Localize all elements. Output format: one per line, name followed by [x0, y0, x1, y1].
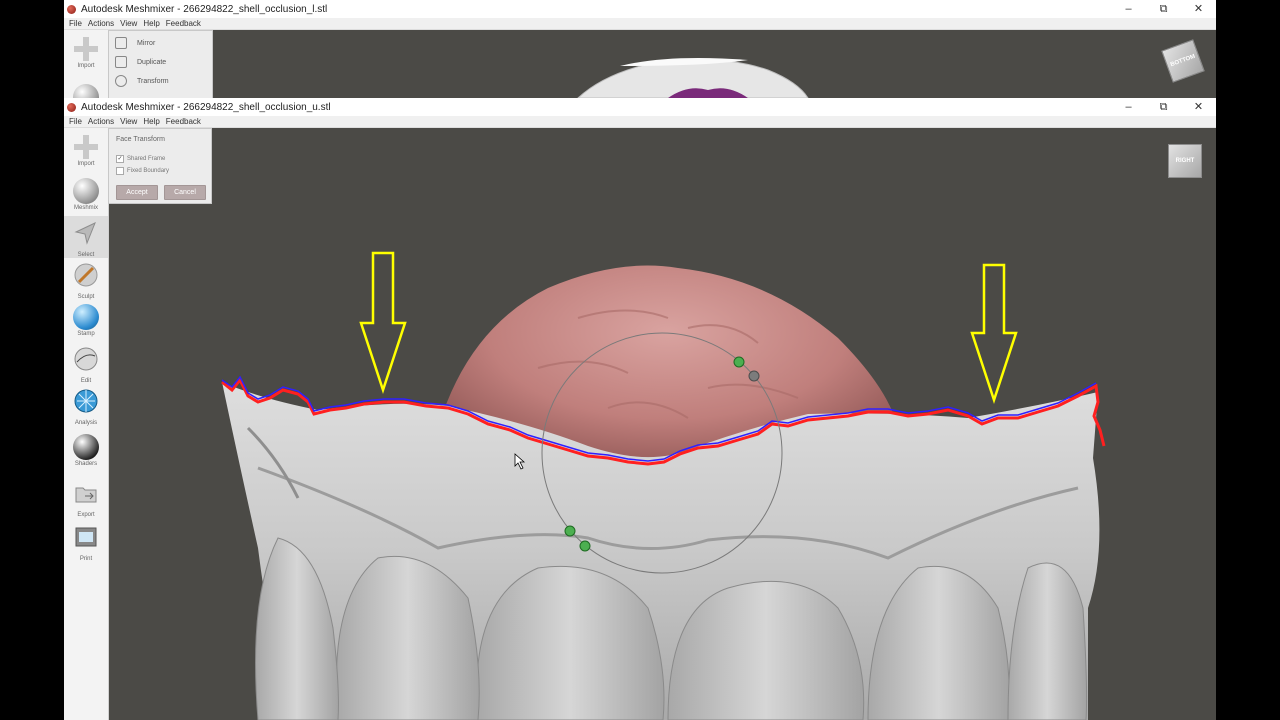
tool-sculpt[interactable]: Sculpt: [64, 258, 108, 300]
menu-file[interactable]: File: [69, 19, 82, 28]
front-menubar: File Actions View Help Feedback: [64, 116, 1216, 128]
meshmixer-app-icon: [67, 102, 76, 112]
back-titlebar[interactable]: Autodesk Meshmixer - 266294822_shell_occ…: [64, 0, 1216, 18]
minimize-button[interactable]: –: [1111, 0, 1146, 18]
tool-print[interactable]: Print: [64, 520, 108, 562]
plus-icon: [73, 36, 99, 62]
transform-icon: [115, 75, 127, 87]
meshmixer-app-icon: [67, 4, 76, 14]
gizmo-handle: [579, 540, 591, 552]
tool-analysis[interactable]: Analysis: [64, 384, 108, 426]
minimize-button[interactable]: –: [1111, 98, 1146, 116]
sculpt-brush-icon: [74, 263, 98, 287]
select-arrow-icon: [74, 222, 96, 245]
close-button[interactable]: ✕: [1181, 0, 1216, 18]
back-window-title: Autodesk Meshmixer - 266294822_shell_occ…: [81, 3, 328, 15]
menu-actions[interactable]: Actions: [88, 19, 114, 28]
shaders-icon: [73, 434, 99, 460]
accept-button[interactable]: Accept: [116, 185, 158, 200]
meshmix-sphere-icon: [73, 178, 99, 204]
duplicate-icon: [115, 56, 127, 68]
tool-meshmix[interactable]: [64, 80, 108, 98]
front-viewport[interactable]: RIGHT: [108, 128, 1216, 720]
cancel-button[interactable]: Cancel: [164, 185, 206, 200]
actions-panel: Mirror Duplicate Transform: [108, 30, 213, 98]
tool-meshmix[interactable]: Meshmix: [64, 174, 108, 216]
action-transform[interactable]: Transform: [115, 74, 169, 88]
export-folder-icon: [75, 487, 97, 503]
menu-feedback[interactable]: Feedback: [166, 19, 201, 28]
tool-import[interactable]: Import: [64, 130, 108, 172]
front-toolbar: Import Meshmix Select Sculpt Stamp Edit …: [64, 128, 109, 720]
front-titlebar[interactable]: Autodesk Meshmixer - 266294822_shell_occ…: [64, 98, 1216, 116]
menu-view[interactable]: View: [120, 117, 137, 126]
analysis-icon: [74, 389, 98, 413]
menu-help[interactable]: Help: [143, 19, 159, 28]
annotation-arrow-down: [970, 263, 1018, 405]
tool-import[interactable]: Import: [64, 32, 108, 74]
action-duplicate[interactable]: Duplicate: [115, 55, 166, 69]
front-window: RIGHT Autodesk Meshmixer - 266294822_she…: [64, 98, 1216, 720]
back-viewport[interactable]: BOTTOM: [108, 30, 1216, 98]
action-mirror[interactable]: Mirror: [115, 36, 155, 50]
edit-icon: [74, 347, 98, 371]
menu-file[interactable]: File: [69, 117, 82, 126]
panel-title: Face Transform: [116, 136, 166, 143]
restore-button[interactable]: ⧉: [1146, 0, 1181, 18]
gizmo-handle: [733, 356, 745, 368]
annotation-arrow-down: [359, 251, 407, 395]
face-transform-panel: Face Transform ✓ Shared Frame Fixed Boun…: [108, 128, 212, 204]
shared-frame-checkbox[interactable]: ✓ Shared Frame: [116, 155, 165, 163]
tool-select[interactable]: Select: [64, 216, 108, 258]
menu-feedback[interactable]: Feedback: [166, 117, 201, 126]
print-icon: [75, 527, 97, 547]
view-cube-right[interactable]: RIGHT: [1168, 144, 1202, 178]
restore-button[interactable]: ⧉: [1146, 98, 1181, 116]
close-button[interactable]: ✕: [1181, 98, 1216, 116]
menu-actions[interactable]: Actions: [88, 117, 114, 126]
gizmo-handle: [748, 370, 760, 382]
mirror-icon: [115, 37, 127, 49]
fixed-boundary-checkbox[interactable]: Fixed Boundary: [116, 167, 169, 175]
tool-shaders[interactable]: Shaders: [64, 430, 108, 472]
tool-export[interactable]: Export: [64, 476, 108, 518]
plus-icon: [73, 134, 99, 160]
back-menubar: File Actions View Help Feedback: [64, 18, 1216, 30]
checkbox-checked-icon: ✓: [116, 155, 124, 163]
back-window: BOTTOM Autodesk Meshmixer - 266294822_sh…: [64, 0, 1216, 98]
checkbox-unchecked-icon: [116, 167, 124, 175]
stamp-icon: [73, 304, 99, 330]
dental-model-scene: [221, 251, 1106, 720]
gizmo-handle: [564, 525, 576, 537]
front-window-title: Autodesk Meshmixer - 266294822_shell_occ…: [81, 101, 331, 113]
menu-help[interactable]: Help: [143, 117, 159, 126]
tool-stamp[interactable]: Stamp: [64, 300, 108, 342]
menu-view[interactable]: View: [120, 19, 137, 28]
tool-edit[interactable]: Edit: [64, 342, 108, 384]
back-toolbar: Import: [64, 30, 109, 98]
meshmix-sphere-icon: [73, 84, 99, 98]
